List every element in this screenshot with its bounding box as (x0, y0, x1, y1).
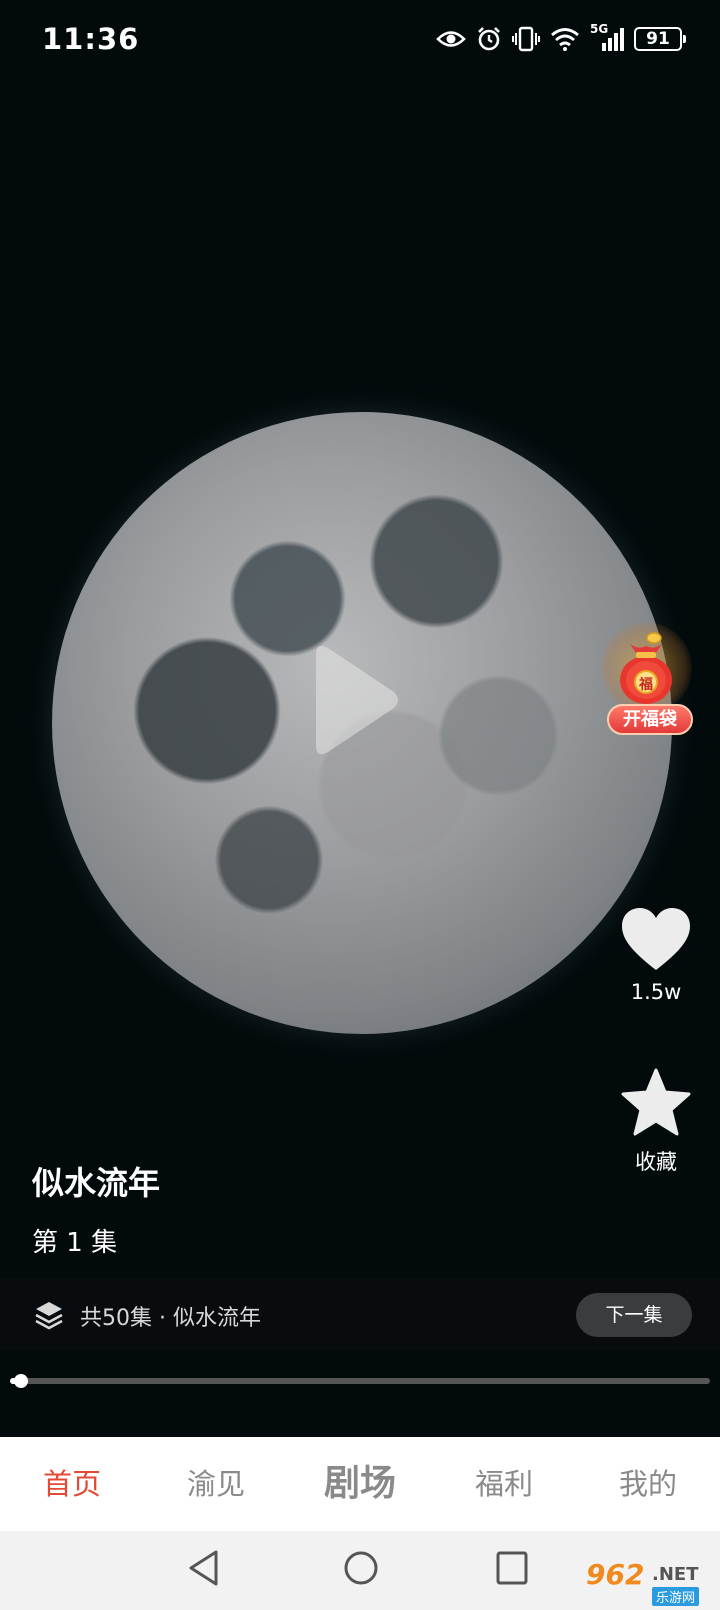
recents-square-icon[interactable] (494, 1549, 530, 1587)
series-info: 共50集 · 似水流年 (80, 1306, 261, 1331)
lucky-bag-badge: 福 (639, 677, 653, 693)
tab-welfare[interactable]: 福利 (432, 1437, 576, 1531)
layers-icon (35, 1302, 63, 1330)
battery-level: 91 (646, 29, 670, 49)
heart-icon (622, 908, 690, 970)
eye-icon (436, 31, 466, 47)
like-count: 1.5w (630, 980, 682, 1004)
lucky-bag-button[interactable]: 福 开福袋 (596, 622, 696, 735)
wifi-icon (551, 28, 579, 51)
lucky-bag-label: 开福袋 (607, 704, 693, 735)
site-watermark: 962 .NET 乐游网 (580, 1558, 720, 1610)
favorite-button[interactable]: 收藏 (616, 1068, 696, 1176)
drama-title: 似水流年 (32, 1164, 161, 1202)
back-icon[interactable] (186, 1549, 220, 1587)
tab-yujian[interactable]: 渝见 (144, 1437, 288, 1531)
progress-thumb[interactable] (13, 1374, 28, 1388)
watermark-net: .NET (652, 1564, 699, 1585)
next-episode-button[interactable]: 下一集 (576, 1293, 692, 1337)
watermark-sub: 乐游网 (652, 1587, 700, 1606)
vibrate-icon (512, 26, 540, 52)
star-icon (621, 1068, 691, 1136)
like-button[interactable]: 1.5w (616, 906, 696, 1004)
episode-label: 第 1 集 (32, 1228, 118, 1258)
status-icons: 5G 91 (436, 22, 686, 52)
play-icon[interactable] (302, 640, 402, 760)
watermark-number: 962 (586, 1558, 645, 1591)
home-circle-icon[interactable] (342, 1549, 380, 1587)
favorite-label: 收藏 (635, 1150, 677, 1174)
tab-home[interactable]: 首页 (0, 1437, 144, 1531)
tab-mine[interactable]: 我的 (576, 1437, 720, 1531)
bottom-tab-bar: 首页 渝见 剧场 福利 我的 (0, 1437, 720, 1531)
tab-theater[interactable]: 剧场 (288, 1437, 432, 1531)
battery-icon: 91 (634, 27, 686, 51)
status-time: 11:36 (42, 22, 140, 56)
alarm-icon (478, 27, 500, 51)
cellular-signal-icon: 5G (590, 22, 624, 52)
status-bar: 11:36 5G 91 (0, 0, 720, 86)
lucky-bag-icon (620, 632, 672, 704)
progress-bar[interactable] (10, 1374, 710, 1388)
series-bar[interactable]: 共50集 · 似水流年 下一集 (0, 1278, 720, 1350)
